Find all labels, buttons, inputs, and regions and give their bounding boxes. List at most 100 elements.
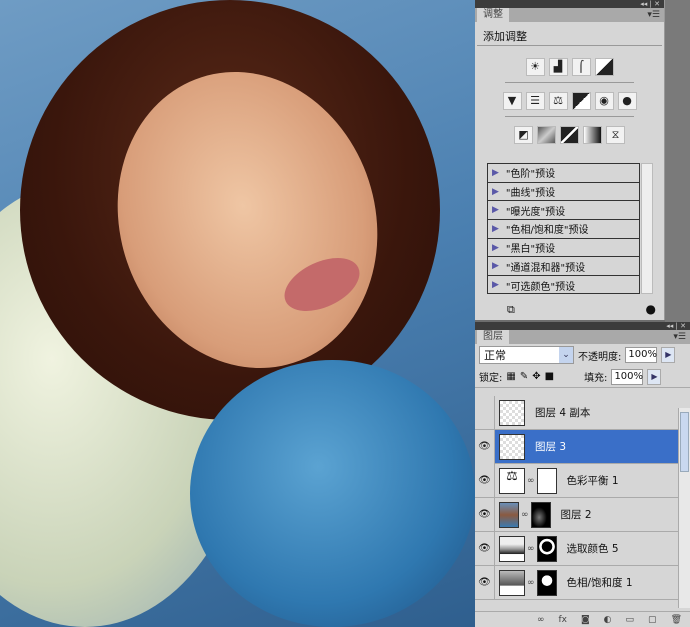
exposure-icon[interactable] (594, 58, 614, 76)
brightness-contrast-icon[interactable]: ☀ (525, 58, 545, 76)
preset-item[interactable]: ▶ "黑白"预设 (488, 239, 639, 258)
preset-item[interactable]: ▶ "曝光度"预设 (488, 201, 639, 221)
selective-color-thumbnail (499, 535, 525, 562)
expand-icon: ▶ (492, 186, 499, 197)
color-balance-thumbnail: ⚖ (499, 467, 525, 494)
vibrance-icon[interactable]: ▼ (502, 92, 522, 110)
panel-menu-icon[interactable]: ▾☰ (673, 330, 686, 344)
invert-icon[interactable]: ◩ (514, 126, 533, 144)
visibility-toggle[interactable] (475, 395, 495, 430)
layer-name: 色相/饱和度 1 (566, 577, 633, 589)
new-group-icon[interactable]: ▭ (626, 615, 635, 625)
layer-thumbnail (499, 433, 525, 460)
expand-icon: ▶ (492, 280, 499, 291)
sweater (190, 360, 475, 627)
preset-scrollbar[interactable] (641, 163, 653, 294)
opacity-slider-button[interactable]: ▶ (661, 347, 676, 363)
expand-icon: ▶ (492, 167, 499, 178)
photo-filter-icon[interactable]: ◉ (594, 92, 614, 110)
black-white-icon[interactable] (571, 92, 591, 110)
add-adjustment-heading: 添加调整 (477, 22, 662, 46)
channel-mixer-icon[interactable]: ● (617, 92, 637, 110)
layer-thumbnail (499, 501, 519, 528)
blend-mode-select[interactable]: 正常 ⌄ (479, 346, 574, 364)
visibility-icon[interactable]: ● (646, 302, 656, 316)
lock-label: 锁定: (479, 373, 503, 384)
tab-layers[interactable]: 图层 (477, 330, 509, 344)
panel-controls[interactable]: ◂◂ | ✕ (475, 322, 690, 330)
link-layers-icon[interactable]: ∞ (537, 615, 545, 625)
layer-mask (536, 467, 557, 494)
lock-all-icon[interactable]: ■ (545, 371, 554, 382)
eye-icon[interactable]: 👁 (475, 565, 495, 600)
threshold-icon[interactable] (560, 126, 579, 144)
layer-name: 色彩平衡 1 (566, 475, 619, 487)
preset-label: "曲线"预设 (505, 188, 556, 200)
color-balance-icon[interactable]: ⚖ (548, 92, 568, 110)
add-mask-icon[interactable]: ◙ (581, 615, 590, 625)
layer-style-icon[interactable]: fx (558, 615, 567, 625)
layer-row[interactable]: 👁 图层 3 (475, 429, 678, 464)
clip-to-layer-icon[interactable]: ⧉ (507, 303, 515, 317)
fill-input[interactable]: 100% (611, 368, 644, 385)
panel-menu-icon[interactable]: ▾☰ (647, 8, 660, 22)
selective-color-icon[interactable]: ⧖ (606, 126, 625, 144)
lock-paint-icon[interactable]: ✎ (520, 371, 528, 382)
curves-icon[interactable]: ⌠ (571, 58, 591, 76)
blend-mode-value: 正常 (484, 349, 506, 362)
preset-label: "色相/饱和度"预设 (505, 225, 589, 237)
eye-icon[interactable]: 👁 (475, 497, 495, 532)
preset-item[interactable]: ▶ "通道混和器"预设 (488, 257, 639, 277)
layer-row[interactable]: 👁 ∞ 色相/饱和度 1 (475, 565, 678, 600)
layer-thumbnail (499, 399, 525, 426)
preset-list: ▶ "色阶"预设 ▶ "曲线"预设 ▶ "曝光度"预设 ▶ "色相/饱和度"预设 ▶ "黑… (487, 163, 640, 294)
expand-icon: ▶ (492, 205, 499, 216)
lock-transparency-icon[interactable]: ▦ (506, 371, 515, 382)
expand-icon: ▶ (492, 223, 499, 234)
layer-row[interactable]: 👁 ∞ 选取颜色 5 (475, 531, 678, 566)
panel-controls[interactable]: ◂◂ | ✕ (475, 0, 664, 8)
adjustments-panel: ◂◂ | ✕ 调整 ▾☰ 添加调整 ☀ ▟ ⌠ ▼ ☰ ⚖ ◉ ● ◩ ⧖ ▶ "色… (475, 0, 665, 320)
layer-mask (536, 535, 557, 562)
preset-item[interactable]: ▶ "曲线"预设 (488, 183, 639, 202)
hue-saturation-icon[interactable]: ☰ (525, 92, 545, 110)
opacity-label: 不透明度: (578, 351, 622, 363)
eye-icon[interactable]: 👁 (475, 463, 495, 498)
preset-item[interactable]: ▶ "色相/饱和度"预设 (488, 220, 639, 239)
layers-panel: ◂◂ | ✕ 图层 ▾☰ 正常 ⌄ 不透明度: 100% ▶ 锁定: ▦ ✎ ✥ ■… (475, 322, 690, 627)
preset-label: "可选颜色"预设 (505, 281, 576, 293)
fill-label: 填充: (584, 373, 608, 384)
opacity-input[interactable]: 100% (625, 347, 658, 363)
preset-label: "曝光度"预设 (505, 206, 566, 218)
new-layer-icon[interactable]: ▢ (648, 615, 657, 625)
link-icon: ∞ (527, 475, 535, 486)
levels-icon[interactable]: ▟ (548, 58, 568, 76)
lock-position-icon[interactable]: ✥ (532, 371, 540, 382)
adjustment-layer-icon[interactable]: ◐ (604, 615, 612, 625)
layers-scrollbar[interactable] (678, 408, 690, 608)
gradient-map-icon[interactable] (583, 126, 602, 144)
tab-adjustments[interactable]: 调整 (477, 8, 509, 22)
panel-gap (665, 0, 690, 322)
layer-row[interactable]: 👁 ∞ 图层 2 (475, 497, 678, 532)
canvas-photo[interactable] (0, 0, 475, 627)
link-icon: ∞ (521, 509, 529, 520)
posterize-icon[interactable] (537, 126, 556, 144)
layer-mask (530, 501, 551, 528)
layer-name: 图层 2 (560, 509, 592, 521)
layer-row[interactable]: 图层 4 副本 (475, 395, 678, 430)
preset-label: "通道混和器"预设 (505, 262, 586, 274)
fill-slider-button[interactable]: ▶ (647, 368, 662, 385)
preset-item[interactable]: ▶ "可选颜色"预设 (488, 276, 639, 295)
expand-icon: ▶ (492, 242, 499, 253)
eye-icon[interactable]: 👁 (475, 531, 495, 566)
expand-icon: ▶ (492, 261, 499, 272)
layer-name: 图层 4 副本 (535, 407, 591, 419)
layer-row[interactable]: 👁 ⚖ ∞ 色彩平衡 1 (475, 463, 678, 498)
link-icon: ∞ (527, 577, 535, 588)
eye-icon[interactable]: 👁 (475, 429, 495, 464)
delete-layer-icon[interactable]: 🗑 (671, 615, 682, 625)
link-icon: ∞ (527, 543, 535, 554)
chevron-down-icon: ⌄ (559, 347, 573, 363)
preset-item[interactable]: ▶ "色阶"预设 (488, 164, 639, 183)
